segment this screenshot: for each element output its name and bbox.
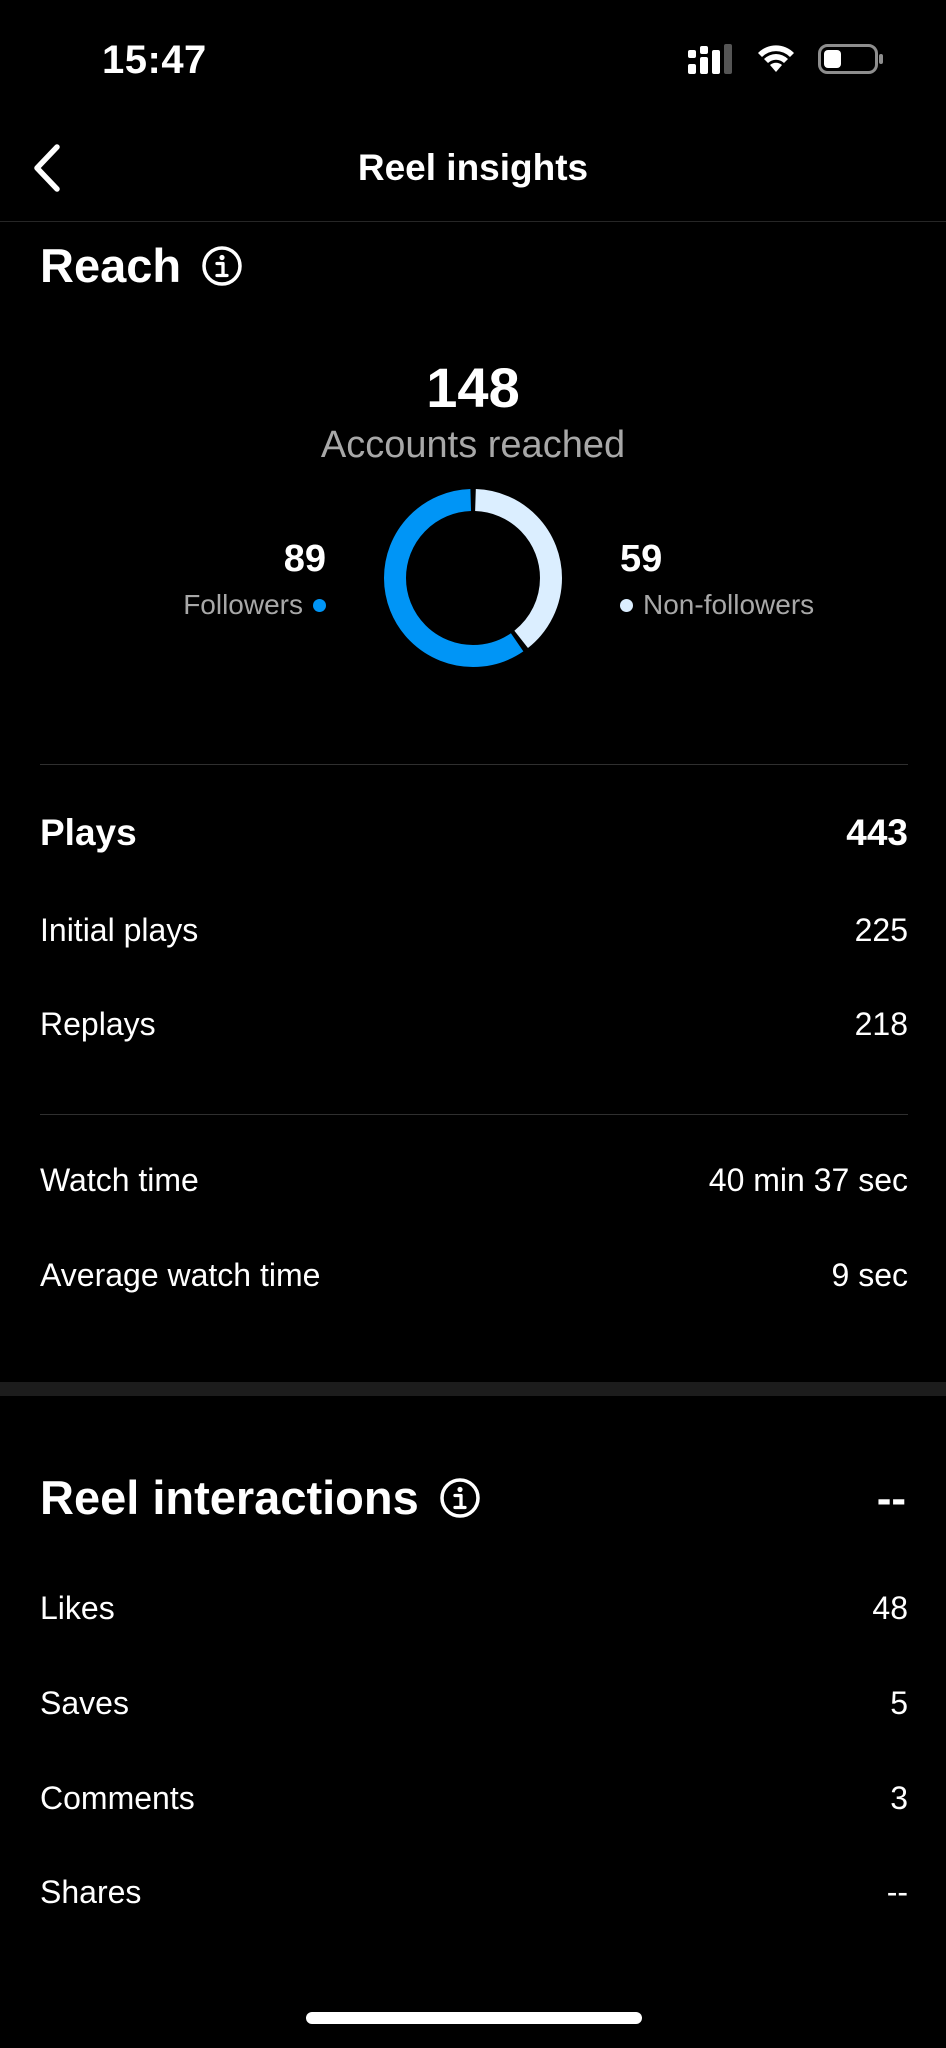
plays-row[interactable]: Plays 443 bbox=[40, 812, 908, 854]
watch-time-value: 40 min 37 sec bbox=[708, 1162, 908, 1198]
average-watch-time-value: 9 sec bbox=[831, 1257, 908, 1293]
page-title: Reel insights bbox=[357, 147, 589, 188]
shares-row: Shares -- bbox=[40, 1874, 908, 1911]
average-watch-time-label: Average watch time bbox=[40, 1257, 321, 1293]
status-bar: 15:47 bbox=[0, 0, 946, 120]
saves-row: Saves 5 bbox=[40, 1685, 908, 1722]
reach-section-title: Reach bbox=[40, 238, 243, 293]
divider bbox=[40, 764, 908, 765]
divider bbox=[40, 1114, 908, 1115]
watch-time-row: Watch time 40 min 37 sec bbox=[40, 1162, 908, 1199]
initial-plays-row: Initial plays 225 bbox=[40, 912, 908, 949]
non-followers-legend: Non-followers bbox=[620, 589, 814, 621]
nav-bar: Reel insights bbox=[0, 120, 946, 222]
reach-title-text: Reach bbox=[40, 239, 182, 292]
followers-stat: 89 Followers bbox=[183, 538, 326, 621]
comments-row: Comments 3 bbox=[40, 1780, 908, 1817]
replays-row: Replays 218 bbox=[40, 1006, 908, 1043]
followers-legend: Followers bbox=[183, 589, 326, 621]
non-followers-value: 59 bbox=[620, 538, 663, 580]
followers-legend-dot bbox=[313, 598, 326, 612]
followers-value: 89 bbox=[283, 538, 326, 580]
wifi-icon bbox=[756, 44, 796, 79]
comments-label: Comments bbox=[40, 1780, 195, 1816]
shares-label: Shares bbox=[40, 1874, 142, 1910]
likes-row: Likes 48 bbox=[40, 1590, 908, 1627]
non-followers-label: Non-followers bbox=[643, 589, 815, 620]
interactions-section-title: Reel interactions bbox=[40, 1470, 481, 1525]
interactions-title-text: Reel interactions bbox=[40, 1471, 419, 1524]
comments-value: 3 bbox=[890, 1780, 908, 1816]
cellular-signal-icon bbox=[688, 44, 734, 79]
replays-value: 218 bbox=[854, 1006, 908, 1042]
shares-value: -- bbox=[886, 1874, 908, 1910]
section-divider bbox=[0, 1382, 946, 1396]
likes-label: Likes bbox=[40, 1590, 115, 1626]
accounts-reached-label: Accounts reached bbox=[320, 424, 626, 466]
followers-label: Followers bbox=[183, 589, 303, 620]
plays-label: Plays bbox=[40, 812, 137, 853]
reel-insights-screen: 15:47 Reel insights Reach 148 Accounts r… bbox=[0, 0, 946, 2048]
plays-value: 443 bbox=[846, 812, 908, 853]
watch-time-label: Watch time bbox=[40, 1162, 199, 1198]
initial-plays-value: 225 bbox=[854, 912, 908, 948]
likes-value: 48 bbox=[872, 1590, 908, 1626]
info-icon[interactable] bbox=[439, 1477, 481, 1519]
non-followers-stat: 59 Non-followers bbox=[620, 538, 814, 621]
accounts-reached-count: 148 bbox=[426, 356, 520, 419]
average-watch-time-row: Average watch time 9 sec bbox=[40, 1257, 908, 1294]
replays-label: Replays bbox=[40, 1006, 156, 1042]
interactions-total: -- bbox=[876, 1474, 906, 1523]
battery-icon bbox=[818, 44, 884, 79]
status-time: 15:47 bbox=[102, 38, 207, 82]
status-icons bbox=[688, 44, 884, 79]
reach-donut-chart bbox=[384, 489, 562, 667]
info-icon[interactable] bbox=[201, 245, 243, 287]
saves-value: 5 bbox=[890, 1685, 908, 1721]
initial-plays-label: Initial plays bbox=[40, 912, 199, 948]
non-followers-legend-dot bbox=[620, 598, 633, 612]
home-indicator[interactable] bbox=[306, 2012, 642, 2024]
saves-label: Saves bbox=[40, 1685, 129, 1721]
